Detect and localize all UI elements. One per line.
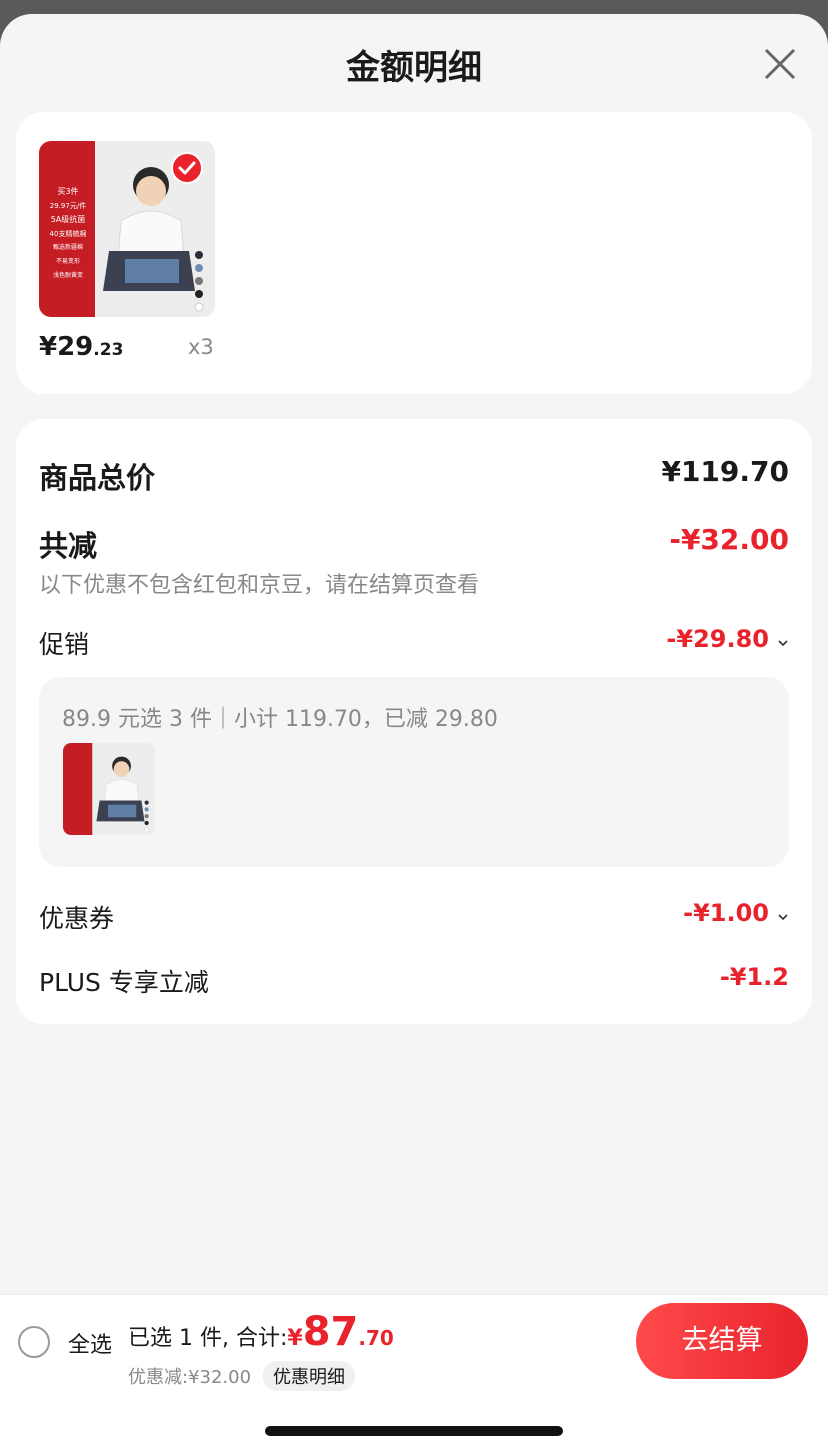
- promo-product-thumb: [63, 743, 155, 835]
- total-reduce-row: 共减 -¥32.00: [39, 523, 789, 563]
- total-price-row: 商品总价 ¥119.70: [39, 455, 789, 495]
- chevron-down-icon[interactable]: [777, 637, 789, 649]
- discount-text: 优惠减:¥32.00: [128, 1367, 252, 1388]
- product-image-caption: 买3件 29.97元/件 5A级抗菌 40支精梳棉 甄选新疆棉 不易变形 浅色耐…: [43, 185, 93, 283]
- product-quantity: x3: [188, 335, 214, 359]
- promo-value: -¥29.80: [666, 625, 769, 653]
- sheet-title: 金额明细: [346, 48, 482, 88]
- caption-feature1: 5A级抗菌: [50, 215, 86, 224]
- promo-description: 89.9 元选 3 件｜小计 119.70，已减 29.80: [62, 707, 498, 732]
- caption-unit-price: 29.97元/件: [49, 202, 87, 210]
- coupon-row[interactable]: 优惠券 -¥1.00: [39, 899, 789, 935]
- total-reduce-label: 共减: [39, 529, 98, 563]
- product-price-dec: .23: [93, 340, 124, 360]
- discount-note: 以下优惠不包含红包和京豆，请在结算页查看: [39, 573, 480, 598]
- product-card: 买3件 29.97元/件 5A级抗菌 40支精梳棉 甄选新疆棉 不易变形 浅色耐…: [16, 112, 812, 394]
- coupon-label: 优惠券: [39, 904, 115, 933]
- close-icon[interactable]: [762, 46, 798, 82]
- total-amount: 87: [302, 1309, 359, 1355]
- caption-feature2: 40支精梳棉: [49, 230, 87, 238]
- home-indicator: [265, 1426, 563, 1436]
- product-image[interactable]: 买3件 29.97元/件 5A级抗菌 40支精梳棉 甄选新疆棉 不易变形 浅色耐…: [39, 141, 215, 317]
- selected-count-text: 已选 1 件, 合计:: [128, 1326, 288, 1351]
- caption-bullet1: 甄选新疆棉: [52, 244, 83, 251]
- sheet-header: 金额明细: [0, 14, 828, 110]
- product-price-int: ¥29: [39, 332, 94, 362]
- checkout-button[interactable]: 去结算: [636, 1303, 808, 1379]
- product-price: ¥29.23: [39, 332, 123, 362]
- price-detail-card: 商品总价 ¥119.70 共减 -¥32.00 以下优惠不包含红包和京豆，请在结…: [16, 419, 812, 1024]
- chevron-down-icon[interactable]: [777, 911, 789, 923]
- coupon-value-wrap: -¥1.00: [683, 899, 789, 927]
- discount-detail-link[interactable]: 优惠明细: [263, 1361, 356, 1391]
- promo-detail-box: 89.9 元选 3 件｜小计 119.70，已减 29.80: [39, 677, 789, 867]
- total-price-label: 商品总价: [39, 461, 156, 495]
- select-all-label[interactable]: 全选: [68, 1327, 112, 1359]
- amount-detail-sheet: 金额明细 买3件 29.97元/件 5A级抗菌 40支精梳棉 甄选新疆棉 不易变…: [0, 14, 828, 1452]
- select-all-radio[interactable]: [18, 1326, 50, 1358]
- plus-label: PLUS 专享立减: [39, 968, 209, 997]
- caption-promo: 买3件: [57, 187, 79, 196]
- caption-bullet3: 浅色耐黄变: [52, 272, 83, 279]
- total-yen: ¥: [287, 1326, 303, 1351]
- promo-value-wrap: -¥29.80: [666, 625, 789, 653]
- watermark: zhizhizhi.com: [684, 1423, 822, 1444]
- discount-line: 优惠减:¥32.00 优惠明细: [128, 1361, 356, 1391]
- coupon-value: -¥1.00: [683, 899, 769, 927]
- plus-value: -¥1.2: [719, 963, 789, 991]
- promo-product-photo: [63, 743, 155, 835]
- selected-check-icon[interactable]: [171, 152, 203, 184]
- promo-row[interactable]: 促销 -¥29.80: [39, 625, 789, 661]
- plus-row: PLUS 专享立减 -¥1.2: [39, 963, 789, 999]
- total-cents: .70: [358, 1326, 394, 1350]
- caption-bullet2: 不易变形: [55, 258, 80, 265]
- total-price-value: ¥119.70: [661, 455, 789, 488]
- promo-label: 促销: [39, 630, 90, 659]
- total-reduce-value: -¥32.00: [669, 523, 789, 556]
- order-summary: 已选 1 件, 合计:¥87.70: [128, 1309, 394, 1355]
